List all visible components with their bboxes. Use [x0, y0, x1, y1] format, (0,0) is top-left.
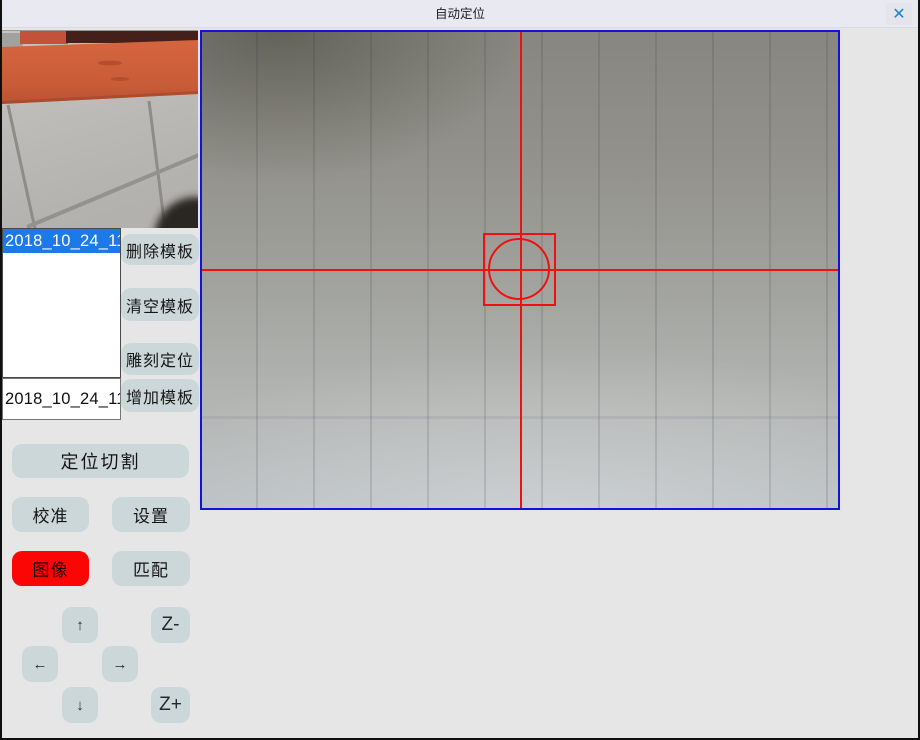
- beam-mark: [111, 77, 129, 81]
- jog-down-button[interactable]: ↓: [62, 687, 98, 723]
- z-plus-button[interactable]: Z+: [151, 687, 190, 723]
- auto-locate-dialog: 自动定位 ✕: [0, 0, 920, 740]
- jog-up-button[interactable]: ↑: [62, 607, 98, 643]
- calibrate-button[interactable]: 校准: [12, 497, 89, 532]
- jog-right-button[interactable]: →: [102, 646, 138, 682]
- image-button-active[interactable]: 图像: [12, 551, 89, 586]
- jog-left-button[interactable]: ←: [22, 646, 58, 682]
- close-icon[interactable]: ✕: [886, 3, 912, 25]
- clear-template-button[interactable]: 清空模板: [121, 288, 199, 321]
- camera-view[interactable]: [200, 30, 840, 510]
- template-name-input[interactable]: [2, 378, 121, 420]
- match-region-circle: [488, 238, 550, 300]
- z-minus-button[interactable]: Z-: [151, 607, 190, 643]
- delete-template-button[interactable]: 删除模板: [121, 234, 199, 265]
- match-button[interactable]: 匹配: [112, 551, 190, 586]
- template-list-item-selected[interactable]: 2018_10_24_11: [3, 229, 120, 253]
- gray-block: [2, 33, 23, 48]
- orange-block: [20, 31, 68, 44]
- template-preview: [2, 30, 198, 228]
- settings-button[interactable]: 设置: [112, 497, 190, 532]
- titlebar: 自动定位 ✕: [2, 0, 918, 28]
- template-list[interactable]: 2018_10_24_11: [2, 228, 121, 378]
- beam-mark: [98, 61, 122, 66]
- engrave-locate-button[interactable]: 雕刻定位: [121, 343, 199, 375]
- add-template-button[interactable]: 增加模板: [121, 379, 199, 412]
- template-preview-image: [2, 31, 198, 228]
- locate-cut-button[interactable]: 定位切割: [12, 444, 189, 478]
- dialog-title: 自动定位: [2, 0, 918, 28]
